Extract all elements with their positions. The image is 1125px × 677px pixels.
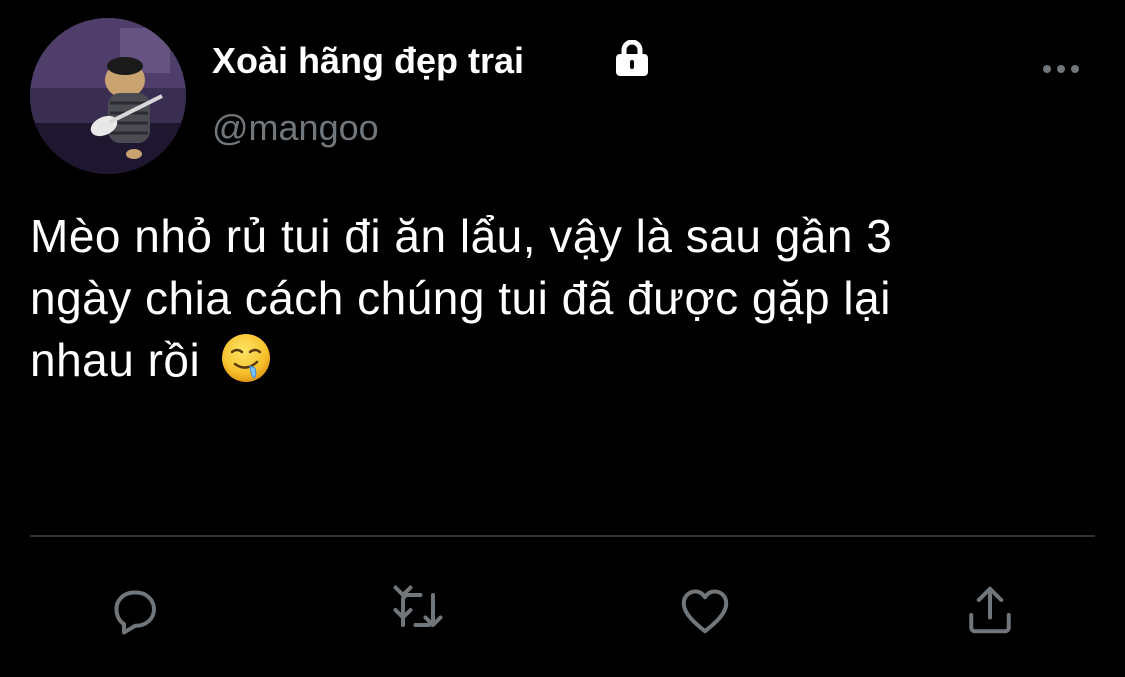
divider	[30, 535, 1095, 537]
tweet-card: Xoài hãng đẹp trai @mangoo Mèo nhỏ rủ tu…	[0, 0, 1125, 677]
like-button[interactable]	[673, 578, 737, 642]
retweet-icon	[393, 585, 443, 627]
avatar-image	[30, 18, 186, 174]
retweet-button[interactable]	[386, 578, 450, 642]
user-handle[interactable]: @mangoo	[212, 107, 379, 149]
reply-icon	[114, 590, 156, 635]
lock-icon	[616, 40, 648, 76]
reply-button[interactable]	[102, 578, 166, 642]
more-horizontal-icon[interactable]	[1038, 58, 1084, 80]
avatar[interactable]	[30, 18, 186, 174]
drooling-face-emoji	[221, 334, 270, 382]
display-name[interactable]: Xoài hãng đẹp trai	[212, 40, 524, 82]
tweet-text-line-last: nhau rồi	[30, 329, 1100, 391]
tweet-text-line: ngày chia cách chúng tui đã được gặp lại	[30, 272, 891, 324]
share-icon	[969, 586, 1011, 634]
heart-icon	[681, 589, 729, 634]
tweet-text: Mèo nhỏ rủ tui đi ăn lẩu, vậy là sau gần…	[30, 205, 1100, 391]
tweet-text-line: nhau rồi	[30, 334, 201, 386]
share-button[interactable]	[958, 578, 1022, 642]
tweet-text-line: Mèo nhỏ rủ tui đi ăn lẩu, vậy là sau gần…	[30, 210, 893, 262]
